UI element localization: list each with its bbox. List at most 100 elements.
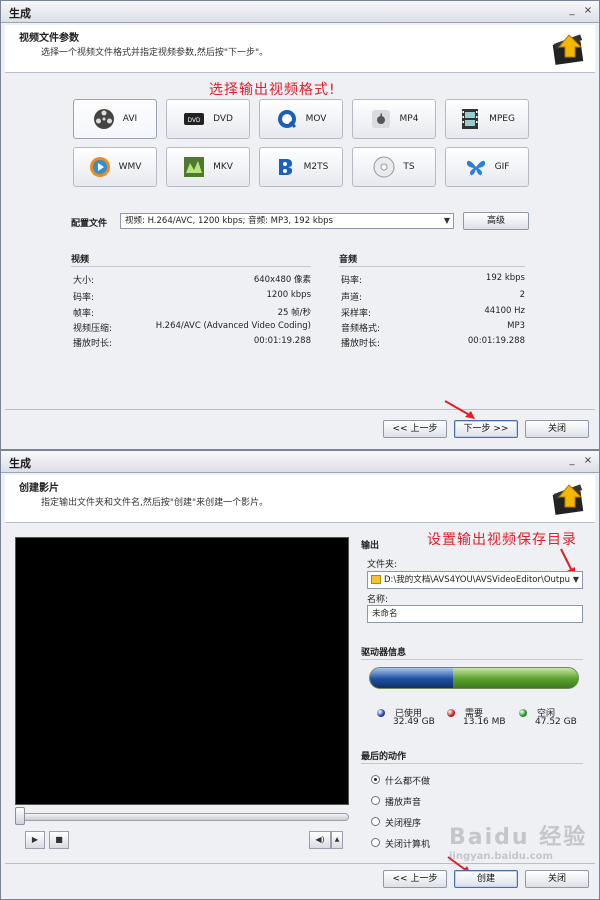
drive-info-heading: 驱动器信息 — [361, 648, 407, 658]
profile-value: 视频: H.264/AVC, 1200 kbps; 音频: MP3, 192 k… — [125, 216, 333, 226]
file-name-input[interactable]: 未命名 — [367, 605, 583, 623]
title-bar: 生成 _ × — [1, 1, 599, 23]
watermark-text: Baidu 经验 — [449, 825, 588, 850]
format-mkv-button[interactable]: MKV — [166, 147, 250, 187]
format-label: DVD — [213, 114, 233, 124]
profile-select[interactable]: 视频: H.264/AVC, 1200 kbps; 音频: MP3, 192 k… — [120, 213, 454, 229]
profile-label: 配置文件 — [71, 219, 108, 229]
stop-button[interactable]: ■ — [49, 831, 69, 849]
format-gif-button[interactable]: GIF — [445, 147, 529, 187]
format-ts-button[interactable]: TS — [352, 147, 436, 187]
format-m2ts-button[interactable]: M2TS — [259, 147, 343, 187]
video-preview — [15, 537, 349, 805]
radio-shutdown[interactable] — [371, 838, 380, 847]
minimize-button[interactable]: _ — [565, 454, 579, 468]
format-label: MOV — [305, 114, 327, 124]
close-window-button[interactable]: × — [581, 454, 595, 468]
used-legend-dot — [377, 709, 385, 717]
svg-text:DVD: DVD — [188, 118, 201, 124]
apple-icon — [370, 108, 392, 130]
avs-clapper-logo-icon — [552, 484, 584, 515]
audio-duration-label: 播放时长: — [341, 339, 381, 349]
video-size-value: 640x480 像素 — [253, 275, 311, 285]
format-dvd-button[interactable]: DVD DVD — [166, 99, 250, 139]
audio-bitrate-value: 192 kbps — [485, 273, 525, 283]
minimize-button[interactable]: _ — [565, 4, 579, 18]
format-wmv-button[interactable]: WMV — [73, 147, 157, 187]
footer-divider — [5, 409, 595, 410]
seek-bar[interactable] — [15, 813, 349, 821]
play-icon: ▶ — [31, 835, 39, 844]
chevron-up-icon: ▲ — [334, 836, 340, 843]
radio-do-nothing[interactable] — [371, 775, 380, 784]
format-mov-button[interactable]: MOV — [259, 99, 343, 139]
action-play-sound-label: 播放声音 — [385, 798, 422, 808]
audio-duration-value: 00:01:19.288 — [467, 336, 525, 346]
folder-path: D:\我的文档\AVS4YOU\AVSVideoEditor\Outpu — [384, 575, 571, 585]
seek-handle[interactable] — [15, 807, 25, 825]
annotation-set-output-folder: 设置输出视频保存目录 — [427, 532, 577, 548]
back-button[interactable]: << 上一步 — [383, 420, 447, 438]
output-heading: 输出 — [361, 541, 380, 551]
audio-format-value: MP3 — [507, 321, 525, 331]
close-button[interactable]: 关闭 — [525, 870, 589, 888]
radio-close-program[interactable] — [371, 817, 380, 826]
folder-icon — [371, 575, 381, 584]
chevron-down-icon: ▼ — [572, 575, 579, 584]
advanced-button[interactable]: 高级 — [463, 212, 529, 230]
audio-channels-label: 声道: — [341, 293, 363, 303]
action-do-nothing-label: 什么都不做 — [385, 777, 431, 787]
footer-divider — [5, 863, 595, 864]
back-button[interactable]: << 上一步 — [383, 870, 447, 888]
folder-label: 文件夹: — [367, 560, 398, 570]
window-title: 生成 — [9, 457, 31, 470]
divider — [361, 659, 583, 660]
video-framerate-value: 25 帧/秒 — [277, 308, 311, 318]
folder-select[interactable]: D:\我的文档\AVS4YOU\AVSVideoEditor\Outpu ▼ — [367, 571, 583, 589]
volume-spinner[interactable]: ▲ — [331, 831, 343, 849]
action-shutdown-label: 关闭计算机 — [385, 840, 431, 850]
next-button[interactable]: 下一步 >> — [454, 420, 518, 438]
audio-heading: 音频 — [339, 255, 358, 265]
format-mp4-button[interactable]: MP4 — [352, 99, 436, 139]
play-button[interactable]: ▶ — [25, 831, 45, 849]
free-legend-dot — [519, 709, 527, 717]
chevron-down-icon: ▼ — [443, 216, 450, 225]
stop-icon: ■ — [55, 835, 63, 844]
format-label: GIF — [494, 162, 510, 172]
bluray-icon — [274, 156, 296, 178]
radio-play-sound[interactable] — [371, 796, 380, 805]
format-label: MKV — [213, 162, 233, 172]
format-label: MP4 — [399, 114, 419, 124]
close-button[interactable]: 关闭 — [525, 420, 589, 438]
film-reel-icon — [93, 108, 115, 130]
title-bar: 生成 _ × — [1, 451, 599, 473]
avs-clapper-logo-icon — [552, 34, 584, 65]
filmstrip-icon — [459, 108, 481, 130]
needed-value: 13.16 MB — [463, 717, 506, 727]
format-mpeg-button[interactable]: MPEG — [445, 99, 529, 139]
format-label: AVI — [122, 114, 138, 124]
mkv-icon — [183, 156, 205, 178]
last-action-heading: 最后的动作 — [361, 752, 407, 762]
step-header: 创建影片 指定输出文件夹和文件名,然后按"创建"来创建一个影片。 — [5, 475, 595, 523]
audio-format-label: 音频格式: — [341, 324, 381, 334]
create-button[interactable]: 创建 — [454, 870, 518, 888]
video-codec-label: 视频压缩: — [73, 324, 113, 334]
format-label: WMV — [118, 162, 142, 172]
free-value: 47.52 GB — [535, 717, 577, 727]
action-close-program-label: 关闭程序 — [385, 819, 422, 829]
create-movie-dialog: 生成 _ × 创建影片 指定输出文件夹和文件名,然后按"创建"来创建一个影片。 … — [0, 450, 600, 900]
used-value: 32.49 GB — [393, 717, 435, 727]
format-avi-button[interactable]: AVI — [73, 99, 157, 139]
close-window-button[interactable]: × — [581, 4, 595, 18]
audio-samplerate-label: 采样率: — [341, 309, 372, 319]
step-description: 选择一个视频文件格式并指定视频参数,然后按"下一步"。 — [41, 48, 269, 58]
divider — [339, 266, 525, 267]
video-codec-value: H.264/AVC (Advanced Video Coding) — [155, 321, 311, 331]
volume-button[interactable]: ◀) — [309, 831, 331, 849]
audio-bitrate-label: 码率: — [341, 276, 363, 286]
windows-media-icon — [89, 156, 111, 178]
format-label: TS — [403, 162, 415, 172]
video-heading: 视频 — [71, 255, 90, 265]
